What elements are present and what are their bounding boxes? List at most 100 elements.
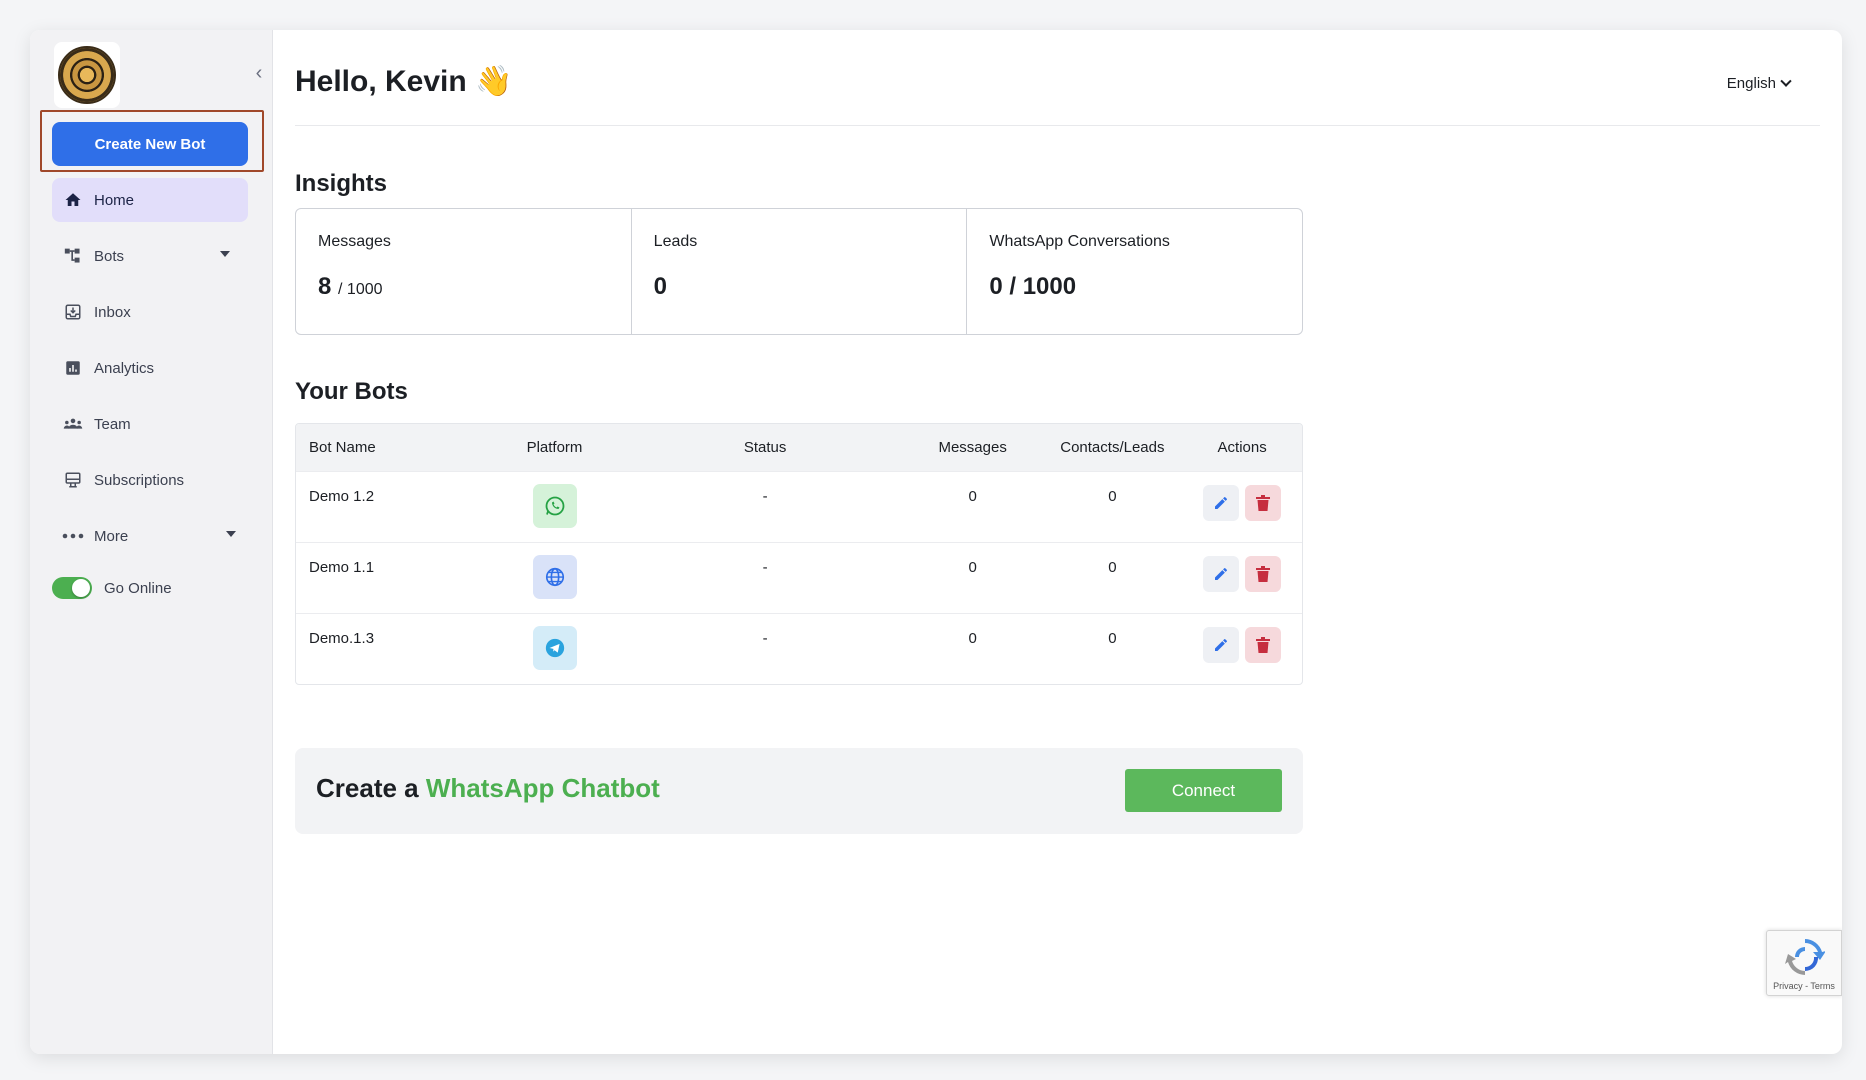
insight-number: 0: [653, 273, 668, 300]
insight-value: 0: [654, 273, 945, 301]
bot-messages: 0: [968, 559, 977, 576]
app-window: ‹ Create New Bot Home Bots Inbox Analyti…: [30, 30, 1842, 1054]
bot-status: -: [762, 488, 768, 505]
collapse-sidebar-icon[interactable]: ‹: [251, 62, 267, 84]
trash-icon: [1256, 566, 1271, 582]
delete-bot-button[interactable]: [1245, 556, 1282, 592]
bot-status: -: [762, 559, 768, 576]
table-row[interactable]: Demo 1.1 - 0 0: [296, 542, 1302, 613]
row-actions: [1182, 543, 1302, 613]
inbox-icon: [62, 301, 84, 323]
trash-icon: [1256, 495, 1271, 511]
insights-title: Insights: [295, 170, 388, 197]
cta-heading: Create a WhatsApp Chatbot: [316, 773, 660, 804]
platform-cell: [482, 614, 628, 684]
insight-card-whatsapp-conversations: WhatsApp Conversations 0 / 1000: [967, 209, 1302, 334]
edit-bot-button[interactable]: [1203, 556, 1240, 592]
table-row[interactable]: Demo.1.3 - 0 0: [296, 613, 1302, 684]
sidebar-item-label: Subscriptions: [94, 471, 185, 489]
insight-card-messages: Messages 8 / 1000: [296, 209, 632, 334]
insight-value: 0 / 1000: [989, 273, 1280, 301]
column-header: Status: [743, 439, 787, 456]
go-online-toggle[interactable]: [52, 577, 92, 599]
chevron-down-icon: [226, 531, 236, 537]
sidebar-item-label: More: [94, 527, 129, 545]
sidebar-item-team[interactable]: Team: [52, 402, 248, 446]
insight-number: 0 / 1000: [989, 273, 1077, 300]
row-actions: [1182, 614, 1302, 684]
more-dots-icon: [62, 525, 84, 547]
connect-button[interactable]: Connect: [1125, 769, 1282, 812]
create-new-bot-button[interactable]: Create New Bot: [52, 122, 248, 166]
whatsapp-icon: [532, 484, 577, 528]
sidebar-nav: Home Bots Inbox Analytics Team Subscript…: [52, 178, 248, 570]
sidebar-item-home[interactable]: Home: [52, 178, 248, 222]
pencil-icon: [1215, 496, 1228, 509]
recaptcha-links[interactable]: Privacy - Terms: [1767, 981, 1841, 991]
analytics-icon: [62, 357, 84, 379]
platform-cell: [482, 472, 628, 542]
insights-panel: Messages 8 / 1000 Leads 0 WhatsApp Conve…: [295, 208, 1303, 335]
insight-label: WhatsApp Conversations: [989, 233, 1170, 250]
edit-bot-button[interactable]: [1203, 627, 1240, 663]
insight-suffix: / 1000: [338, 281, 383, 298]
edit-bot-button[interactable]: [1203, 485, 1240, 521]
insight-label: Messages: [318, 233, 391, 250]
logo-emblem: [58, 46, 116, 104]
recaptcha-icon: [1785, 939, 1825, 975]
team-icon: [62, 413, 84, 435]
insight-value: 8 / 1000: [318, 273, 609, 301]
whatsapp-cta-banner: Create a WhatsApp Chatbot Connect: [295, 748, 1303, 834]
chevron-down-icon: [220, 251, 230, 257]
bot-name: Demo 1.2: [309, 488, 375, 505]
bot-leads: 0: [1108, 559, 1117, 576]
sidebar-item-label: Home: [94, 191, 135, 209]
insight-number: 8: [318, 273, 332, 300]
bot-status: -: [762, 630, 768, 647]
table-row[interactable]: Demo 1.2 - 0 0: [296, 471, 1302, 542]
delete-bot-button[interactable]: [1245, 485, 1282, 521]
sidebar-item-more[interactable]: More: [52, 514, 248, 558]
sidebar-item-inbox[interactable]: Inbox: [52, 290, 248, 334]
cta-highlight: WhatsApp Chatbot: [425, 773, 660, 803]
sidebar: ‹ Create New Bot Home Bots Inbox Analyti…: [30, 30, 273, 1054]
cta-prefix: Create a: [316, 773, 419, 803]
page-greeting: Hello, Kevin 👋: [295, 65, 513, 98]
sidebar-item-analytics[interactable]: Analytics: [52, 346, 248, 390]
bot-messages: 0: [968, 488, 977, 505]
delete-bot-button[interactable]: [1245, 627, 1282, 663]
subscriptions-icon: [62, 469, 84, 491]
header-divider: [295, 125, 1820, 126]
sidebar-item-bots[interactable]: Bots: [52, 234, 248, 278]
column-header: Contacts/Leads: [1060, 439, 1165, 456]
row-actions: [1182, 472, 1302, 542]
language-selector[interactable]: English: [1726, 75, 1792, 92]
sidebar-item-subscriptions[interactable]: Subscriptions: [52, 458, 248, 502]
recaptcha-badge[interactable]: Privacy - Terms: [1766, 930, 1842, 996]
column-header: Bot Name: [309, 439, 376, 456]
your-bots-title: Your Bots: [295, 378, 408, 405]
pencil-icon: [1215, 638, 1228, 651]
chevron-down-icon: [1780, 75, 1792, 87]
bots-table: Bot Name Platform Status Messages Contac…: [295, 423, 1303, 685]
sidebar-item-label: Analytics: [94, 359, 155, 377]
insight-label: Leads: [653, 233, 698, 250]
sidebar-item-label: Team: [94, 415, 131, 433]
trash-icon: [1256, 637, 1271, 653]
bot-messages: 0: [968, 630, 977, 647]
go-online-control: Go Online: [52, 577, 172, 599]
telegram-icon: [532, 626, 577, 670]
insight-card-leads: Leads 0: [632, 209, 968, 334]
brand-logo[interactable]: [54, 42, 120, 108]
go-online-label: Go Online: [104, 579, 172, 597]
platform-cell: [482, 543, 628, 613]
bot-name: Demo 1.1: [309, 559, 375, 576]
sidebar-item-label: Bots: [94, 247, 125, 265]
pencil-icon: [1215, 567, 1228, 580]
column-header: Actions: [1217, 439, 1267, 456]
table-header: Bot Name Platform Status Messages Contac…: [296, 424, 1302, 471]
column-header: Platform: [526, 439, 583, 456]
language-label: English: [1726, 75, 1776, 92]
bot-leads: 0: [1108, 630, 1117, 647]
main-content: Hello, Kevin 👋 English Insights Messages…: [273, 30, 1842, 1054]
